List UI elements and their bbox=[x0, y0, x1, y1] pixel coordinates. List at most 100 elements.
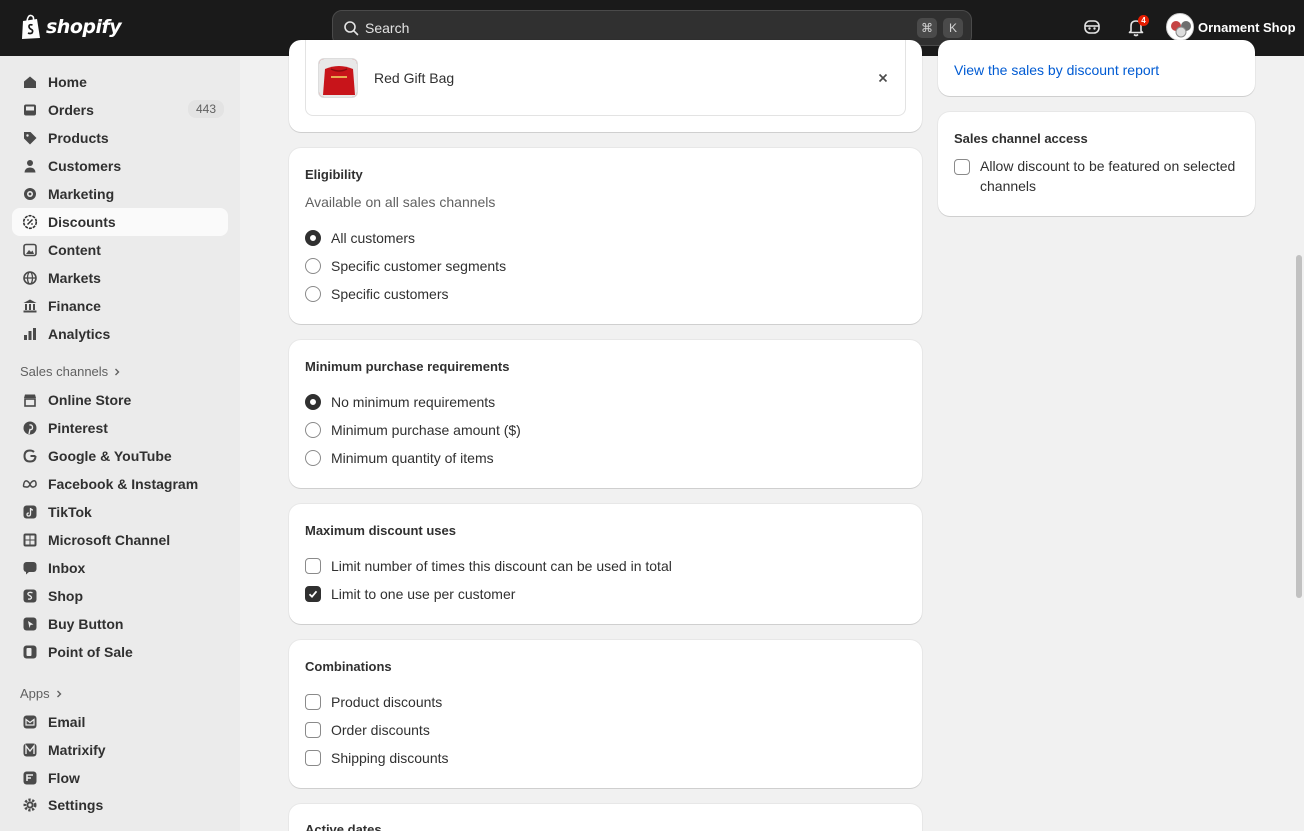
sidebar-item-discounts[interactable]: Discounts bbox=[12, 208, 228, 236]
checkbox-order-discounts[interactable]: Order discounts bbox=[305, 722, 430, 738]
sidebar-item-label: Microsoft Channel bbox=[48, 532, 171, 548]
sidebar-item-google-youtube[interactable]: Google & YouTube bbox=[12, 442, 228, 470]
sidebar-item-analytics[interactable]: Analytics bbox=[12, 320, 228, 348]
sidebar-item-label: Orders bbox=[48, 102, 94, 118]
person-icon bbox=[24, 160, 36, 173]
checkbox-control[interactable] bbox=[305, 750, 321, 766]
summary-card: View the sales by discount report bbox=[938, 40, 1255, 96]
checkmark-icon bbox=[308, 590, 318, 599]
shopify-logo[interactable]: shopify bbox=[20, 14, 122, 40]
sidebar-item-online-store[interactable]: Online Store bbox=[12, 386, 228, 414]
sidebar-item-matrixify[interactable]: Matrixify bbox=[12, 736, 228, 764]
checkbox-feature-on-channels[interactable]: Allow discount to be featured on selecte… bbox=[954, 158, 1235, 196]
sidebar-item-marketing[interactable]: Marketing bbox=[12, 180, 228, 208]
card-title: Maximum discount uses bbox=[305, 523, 456, 538]
gear-icon bbox=[23, 798, 37, 812]
option-label: Limit number of times this discount can … bbox=[331, 558, 672, 574]
option-label: Minimum purchase amount ($) bbox=[331, 422, 521, 438]
sidebar-item-flow[interactable]: Flow bbox=[12, 764, 228, 792]
sidebar-item-point-of-sale[interactable]: Point of Sale bbox=[12, 638, 228, 666]
sidebar-item-inbox[interactable]: Inbox bbox=[12, 554, 228, 582]
radio-specific-customers[interactable]: Specific customers bbox=[305, 286, 448, 302]
section-heading-label: Sales channels bbox=[20, 364, 109, 379]
tiktok-icon bbox=[23, 505, 37, 519]
radio-control[interactable] bbox=[305, 394, 321, 410]
radio-control[interactable] bbox=[305, 450, 321, 466]
sidebar-item-microsoft-channel[interactable]: Microsoft Channel bbox=[12, 526, 228, 554]
sidebar-item-orders[interactable]: Orders 443 bbox=[12, 96, 228, 124]
sidebar-item-tiktok[interactable]: TikTok bbox=[12, 498, 228, 526]
sales-report-link[interactable]: View the sales by discount report bbox=[954, 62, 1159, 78]
sidebar-item-label: Online Store bbox=[48, 392, 132, 408]
sidebar-item-label: Finance bbox=[48, 298, 101, 314]
radio-min-quantity[interactable]: Minimum quantity of items bbox=[305, 450, 494, 466]
notification-badge: 4 bbox=[1138, 15, 1149, 26]
shopify-bag-icon bbox=[22, 14, 40, 39]
option-label: Shipping discounts bbox=[331, 750, 449, 766]
search-input[interactable]: Search bbox=[365, 20, 917, 36]
option-label-line: channels bbox=[980, 178, 1037, 194]
option-label: Specific customers bbox=[331, 286, 449, 302]
checkbox-control[interactable] bbox=[305, 558, 321, 574]
card-title: Minimum purchase requirements bbox=[305, 359, 510, 374]
checkbox-product-discounts[interactable]: Product discounts bbox=[305, 694, 442, 710]
option-label-line: Allow discount to be featured on selecte… bbox=[980, 158, 1236, 174]
sidebar-item-label: Content bbox=[48, 242, 101, 258]
sidebar-item-label: Facebook & Instagram bbox=[48, 476, 199, 492]
remove-product-button[interactable] bbox=[869, 64, 897, 92]
sidebar-item-label: Pinterest bbox=[48, 420, 108, 436]
checkbox-control[interactable] bbox=[305, 694, 321, 710]
card-title: Sales channel access bbox=[954, 131, 1088, 146]
checkbox-control[interactable] bbox=[305, 586, 321, 602]
checkbox-shipping-discounts[interactable]: Shipping discounts bbox=[305, 750, 449, 766]
active-dates-card: Active dates bbox=[289, 804, 922, 831]
store-menu[interactable]: Ornament Shop bbox=[1166, 13, 1296, 41]
radio-control[interactable] bbox=[305, 258, 321, 274]
search-icon bbox=[344, 21, 359, 36]
checkbox-one-per-customer[interactable]: Limit to one use per customer bbox=[305, 586, 515, 602]
sidebar-item-buy-button[interactable]: Buy Button bbox=[12, 610, 228, 638]
storefront-icon bbox=[24, 394, 36, 407]
sidebar-item-products[interactable]: Products bbox=[12, 124, 228, 152]
sidebar-item-settings[interactable]: Settings bbox=[12, 791, 228, 819]
page-scrollbar[interactable] bbox=[1296, 255, 1302, 598]
checkbox-control[interactable] bbox=[305, 722, 321, 738]
sidebar-item-facebook-instagram[interactable]: Facebook & Instagram bbox=[12, 470, 228, 498]
sidebar-item-home[interactable]: Home bbox=[12, 68, 228, 96]
card-title: Eligibility bbox=[305, 167, 363, 182]
chevron-right-icon bbox=[115, 368, 120, 375]
cursor-click-icon bbox=[23, 617, 37, 631]
radio-control[interactable] bbox=[305, 230, 321, 246]
inbox-tray-icon bbox=[24, 104, 36, 116]
radio-no-minimum[interactable]: No minimum requirements bbox=[305, 394, 495, 410]
sidebar-item-finance[interactable]: Finance bbox=[12, 292, 228, 320]
sales-channels-heading[interactable]: Sales channels bbox=[20, 364, 122, 379]
sidebar-item-shop[interactable]: Shop bbox=[12, 582, 228, 610]
sidebar-item-markets[interactable]: Markets bbox=[12, 264, 228, 292]
product-thumbnail bbox=[318, 57, 358, 98]
sidekick-icon[interactable] bbox=[1081, 16, 1103, 38]
radio-specific-segments[interactable]: Specific customer segments bbox=[305, 258, 506, 274]
checkbox-limit-total-uses[interactable]: Limit number of times this discount can … bbox=[305, 558, 672, 574]
option-label: All customers bbox=[331, 230, 416, 246]
apps-heading[interactable]: Apps bbox=[20, 686, 64, 701]
sales-channel-access-card: Sales channel access Allow discount to b… bbox=[938, 112, 1255, 216]
microsoft-grid-icon bbox=[23, 533, 37, 547]
orders-count-badge: 443 bbox=[187, 100, 224, 118]
product-name: Red Gift Bag bbox=[374, 69, 455, 86]
radio-all-customers[interactable]: All customers bbox=[305, 230, 415, 246]
section-heading-label: Apps bbox=[20, 686, 50, 701]
sidebar-item-label: Settings bbox=[48, 797, 104, 813]
max-uses-card: Maximum discount uses Limit number of ti… bbox=[289, 504, 922, 624]
applies-to-card: Red Gift Bag bbox=[289, 40, 922, 132]
radio-min-amount[interactable]: Minimum purchase amount ($) bbox=[305, 422, 521, 438]
sidebar-item-customers[interactable]: Customers bbox=[12, 152, 228, 180]
checkbox-control[interactable] bbox=[954, 159, 970, 175]
sidebar-item-content[interactable]: Content bbox=[12, 236, 228, 264]
selected-product-row: Red Gift Bag bbox=[305, 40, 906, 116]
radio-control[interactable] bbox=[305, 286, 321, 302]
sidebar-item-pinterest[interactable]: Pinterest bbox=[12, 414, 228, 442]
close-icon bbox=[878, 73, 888, 82]
sidebar-item-email[interactable]: Email bbox=[12, 708, 228, 736]
radio-control[interactable] bbox=[305, 422, 321, 438]
